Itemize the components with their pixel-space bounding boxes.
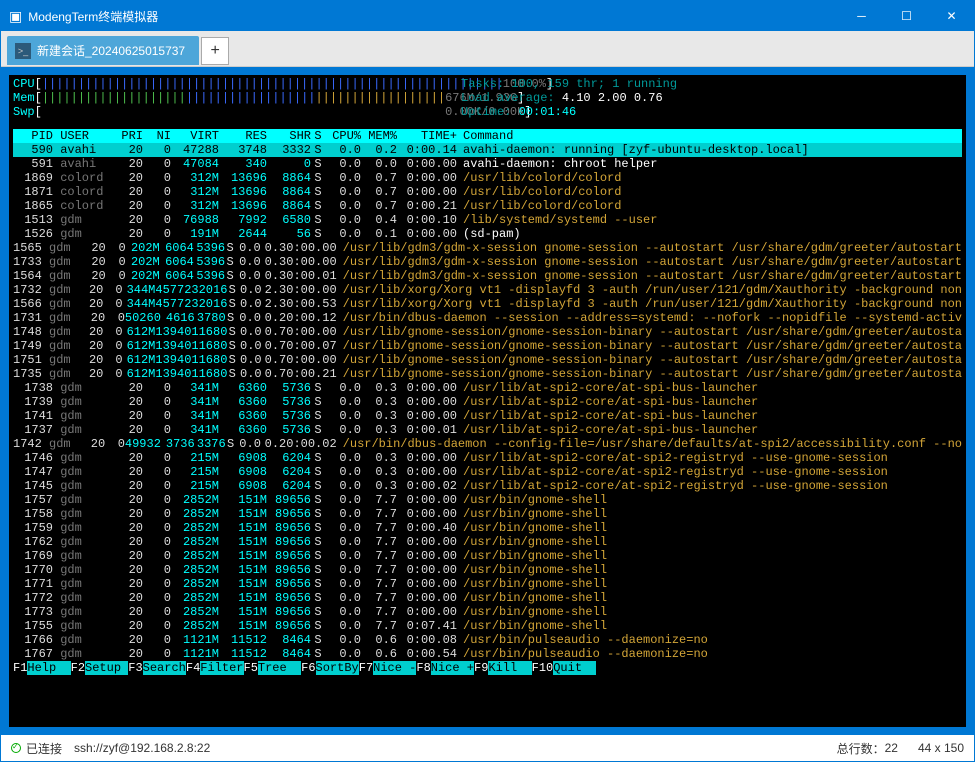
process-row[interactable]: 1767 gdm2001121M115128464S0.00.60:00.54/… bbox=[13, 647, 962, 661]
process-row[interactable]: 1513 gdm2007698879926580S0.00.40:00.10/l… bbox=[13, 213, 962, 227]
process-row[interactable]: 1742 gdm2004993237363376S0.00.20:00.02/u… bbox=[13, 437, 962, 451]
process-row[interactable]: 1526 gdm200191M264456S0.00.10:00.00(sd-p… bbox=[13, 227, 962, 241]
process-row[interactable]: 1737 gdm200341M63605736S0.00.30:00.01/us… bbox=[13, 423, 962, 437]
status-bar: 已连接 ssh://zyf@192.168.2.8:22 总行数： 22 44 … bbox=[1, 735, 974, 761]
process-row[interactable]: 1731 gdm2005026046163780S0.00.20:00.12/u… bbox=[13, 311, 962, 325]
process-row[interactable]: 1769 gdm2002852M151M89656S0.07.70:00.00/… bbox=[13, 549, 962, 563]
process-row[interactable]: 1865 colord200312M136968864S0.00.70:00.2… bbox=[13, 199, 962, 213]
process-row[interactable]: 1741 gdm200341M63605736S0.00.30:00.00/us… bbox=[13, 409, 962, 423]
maximize-button[interactable]: ☐ bbox=[884, 1, 929, 31]
terminal-viewport[interactable]: CPU[||||||||||||||||||||||||||||||||||||… bbox=[9, 75, 966, 727]
process-row[interactable]: 1733 gdm200202M60645396S0.00.30:00.00/us… bbox=[13, 255, 962, 269]
lines-value: 22 bbox=[885, 741, 898, 755]
process-row[interactable]: 1762 gdm2002852M151M89656S0.07.70:00.00/… bbox=[13, 535, 962, 549]
terminal-frame: CPU[||||||||||||||||||||||||||||||||||||… bbox=[1, 67, 974, 735]
titlebar[interactable]: ▣ ModengTerm终端模拟器 ─ ☐ ✕ bbox=[1, 1, 974, 31]
process-row[interactable]: 1770 gdm2002852M151M89656S0.07.70:00.00/… bbox=[13, 563, 962, 577]
connection-ok-icon bbox=[11, 743, 21, 753]
connection-state: 已连接 bbox=[26, 740, 62, 757]
process-row[interactable]: 1766 gdm2001121M115128464S0.00.60:00.08/… bbox=[13, 633, 962, 647]
process-row[interactable]: 1735 gdm200612M1394011680S0.00.70:00.21/… bbox=[13, 367, 962, 381]
process-row[interactable]: 1772 gdm2002852M151M89656S0.07.70:00.00/… bbox=[13, 591, 962, 605]
connection-target: ssh://zyf@192.168.2.8:22 bbox=[74, 741, 210, 755]
lines-label: 总行数： bbox=[837, 740, 885, 757]
process-row[interactable]: 591 avahi200470843400S0.00.00:00.00avahi… bbox=[13, 157, 962, 171]
terminal-icon: >_ bbox=[15, 43, 31, 59]
process-row[interactable]: 1732 gdm200344M4577232016S0.02.30:00.00/… bbox=[13, 283, 962, 297]
process-row[interactable]: 1745 gdm200215M69086204S0.00.30:00.02/us… bbox=[13, 479, 962, 493]
process-row[interactable]: 1755 gdm2002852M151M89656S0.07.70:07.41/… bbox=[13, 619, 962, 633]
process-row[interactable]: 1771 gdm2002852M151M89656S0.07.70:00.00/… bbox=[13, 577, 962, 591]
htop-fn-bar[interactable]: F1Help F2Setup F3SearchF4FilterF5Tree F6… bbox=[13, 661, 962, 675]
tab-label: 新建会话_20240625015737 bbox=[37, 42, 185, 59]
process-row[interactable]: 1869 colord200312M136968864S0.00.70:00.0… bbox=[13, 171, 962, 185]
process-row[interactable]: 1748 gdm200612M1394011680S0.00.70:00.00/… bbox=[13, 325, 962, 339]
process-row[interactable]: 1749 gdm200612M1394011680S0.00.70:00.07/… bbox=[13, 339, 962, 353]
term-size: 44 x 150 bbox=[918, 741, 964, 755]
app-icon: ▣ bbox=[9, 8, 22, 25]
process-row[interactable]: 1758 gdm2002852M151M89656S0.07.70:00.00/… bbox=[13, 507, 962, 521]
tab-bar: >_ 新建会话_20240625015737 + bbox=[1, 31, 974, 67]
process-row[interactable]: 1746 gdm200215M69086204S0.00.30:00.00/us… bbox=[13, 451, 962, 465]
process-row[interactable]: 1565 gdm200202M60645396S0.00.30:00.00/us… bbox=[13, 241, 962, 255]
window-title: ModengTerm终端模拟器 bbox=[28, 8, 839, 25]
process-row[interactable]: 1759 gdm2002852M151M89656S0.07.70:00.40/… bbox=[13, 521, 962, 535]
process-row[interactable]: 1564 gdm200202M60645396S0.00.30:00.01/us… bbox=[13, 269, 962, 283]
process-row[interactable]: 1739 gdm200341M63605736S0.00.30:00.00/us… bbox=[13, 395, 962, 409]
process-row[interactable]: 1566 gdm200344M4577232016S0.02.30:00.53/… bbox=[13, 297, 962, 311]
process-row[interactable]: 1871 colord200312M136968864S0.00.70:00.0… bbox=[13, 185, 962, 199]
process-row[interactable]: 590 avahi2004728837483332S0.00.20:00.14a… bbox=[13, 143, 962, 157]
minimize-button[interactable]: ─ bbox=[839, 1, 884, 31]
process-row[interactable]: 1738 gdm200341M63605736S0.00.30:00.00/us… bbox=[13, 381, 962, 395]
process-row[interactable]: 1757 gdm2002852M151M89656S0.07.70:00.00/… bbox=[13, 493, 962, 507]
add-tab-button[interactable]: + bbox=[201, 37, 229, 65]
process-row[interactable]: 1751 gdm200612M1394011680S0.00.70:00.00/… bbox=[13, 353, 962, 367]
process-row[interactable]: 1773 gdm2002852M151M89656S0.07.70:00.00/… bbox=[13, 605, 962, 619]
app-window: ▣ ModengTerm终端模拟器 ─ ☐ ✕ >_ 新建会话_20240625… bbox=[0, 0, 975, 762]
process-row[interactable]: 1747 gdm200215M69086204S0.00.30:00.00/us… bbox=[13, 465, 962, 479]
close-button[interactable]: ✕ bbox=[929, 1, 974, 31]
tab-session[interactable]: >_ 新建会话_20240625015737 bbox=[7, 36, 199, 65]
